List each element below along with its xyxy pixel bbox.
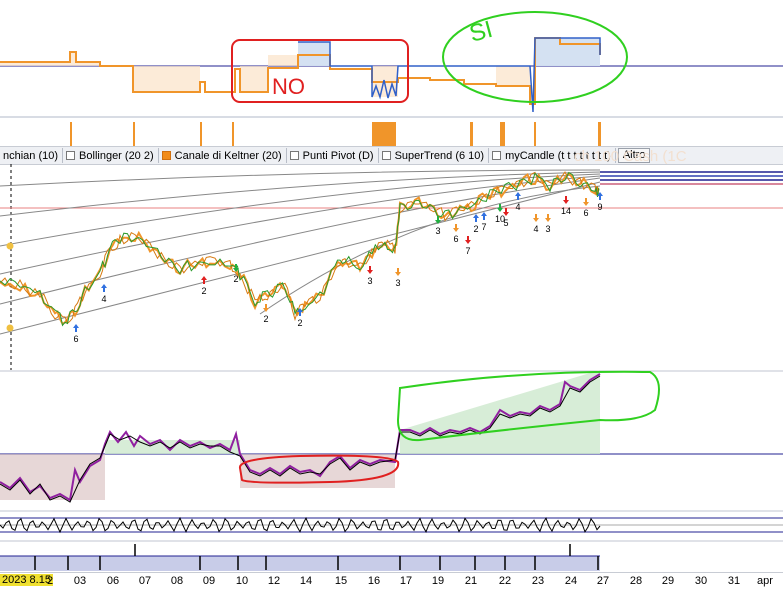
spike-fill — [0, 556, 600, 571]
time-axis-tick: 14 — [299, 575, 313, 587]
time-axis-tick: 09 — [202, 575, 216, 587]
signal-count-label: 9 — [597, 202, 602, 212]
signal-count-label: 2 — [297, 318, 302, 328]
signal-arrow-icon — [367, 266, 373, 274]
wave-indicator-panel[interactable] — [0, 510, 783, 540]
signal-count-label: 3 — [435, 226, 440, 236]
first-date-label: 2023 8.15 — [0, 574, 53, 586]
signal-arrow-icon — [481, 212, 487, 220]
signal-count-label: 6 — [453, 234, 458, 244]
time-axis-tick: 12 — [267, 575, 281, 587]
price-chart-panel[interactable]: 6 4 2 2 2 2 3 3 3 6 7 2 7 10 5 4 4 3 14 6 9 — [0, 164, 783, 370]
toolbar-item-pivot[interactable]: Punti Pivot (D) — [287, 148, 379, 163]
time-axis-tick: apr — [757, 575, 773, 587]
signal-arrow-icon — [545, 214, 551, 222]
time-axis-tick: 07 — [138, 575, 152, 587]
toolbar-item-supertrend[interactable]: SuperTrend (6 10) — [379, 148, 490, 163]
signal-count-label: 6 — [583, 208, 588, 218]
time-axis-tick: 22 — [498, 575, 512, 587]
signal-arrow-icon — [73, 324, 79, 332]
time-axis-tick: 15 — [334, 575, 348, 587]
signal-count-label: 2 — [263, 314, 268, 324]
signal-count-label: 3 — [545, 224, 550, 234]
spike-strip-panel[interactable] — [0, 540, 783, 572]
toolbar-item-donchian[interactable]: nchian (10) — [0, 148, 64, 163]
keltner-line — [0, 171, 600, 326]
signal-count-label: 7 — [481, 222, 486, 232]
time-axis-tick: 08 — [170, 575, 184, 587]
bollinger-checkbox[interactable] — [66, 151, 76, 160]
signal-arrow-icon — [497, 204, 503, 212]
left-marker-bottom — [6, 324, 14, 332]
candle-line — [0, 171, 600, 327]
time-axis: 2023 8.15 2 03 06 07 08 09 10 12 14 15 16 17 19 21 22 2… — [0, 572, 783, 591]
signal-arrow-icon — [563, 196, 569, 204]
signal-arrow-icon — [453, 224, 459, 232]
toolbar-item-keltner[interactable]: Canale di Keltner (20) — [159, 148, 287, 163]
signal-count-label: 3 — [367, 276, 372, 286]
time-axis-tick: 10 — [235, 575, 249, 587]
annotation-no-text: NO — [272, 74, 305, 99]
keltner-checkbox[interactable] — [161, 151, 171, 160]
signal-count-label: 5 — [503, 218, 508, 228]
signal-count-label: 4 — [101, 294, 106, 304]
oscillator-panel[interactable] — [0, 370, 783, 510]
annotation-si-text: SI — [467, 16, 496, 48]
time-axis-tick: 28 — [629, 575, 643, 587]
signal-count-label: 3 — [395, 278, 400, 288]
time-axis-tick: 30 — [694, 575, 708, 587]
time-axis-tick: 17 — [399, 575, 413, 587]
time-axis-tick: 31 — [727, 575, 741, 587]
signal-count-label: 4 — [515, 202, 520, 212]
step-indicator-panel: NO SI — [0, 0, 783, 118]
mycandle-checkbox[interactable] — [492, 151, 502, 160]
signal-count-label: 2 — [473, 224, 478, 234]
time-axis-tick: 19 — [431, 575, 445, 587]
supertrend-checkbox[interactable] — [381, 151, 391, 160]
signal-count-label: 7 — [465, 246, 470, 256]
toolbar-item-bollinger[interactable]: Bollinger (20 2) — [63, 148, 159, 163]
signal-bars-strip — [0, 118, 783, 146]
signal-arrow-icon — [583, 198, 589, 206]
symbol-watermark: ch 100 Cash (1C — [574, 148, 687, 165]
time-axis-tick: 03 — [73, 575, 87, 587]
time-axis-tick: 16 — [367, 575, 381, 587]
signal-count-label: 6 — [73, 334, 78, 344]
time-axis-tick: 23 — [531, 575, 545, 587]
signal-count-label: 14 — [561, 206, 571, 216]
signal-count-label: 4 — [533, 224, 538, 234]
pivot-checkbox[interactable] — [289, 151, 299, 160]
signal-arrow-icon — [473, 214, 479, 222]
time-axis-tick: 21 — [464, 575, 478, 587]
time-axis-tick: 06 — [106, 575, 120, 587]
signal-count-label: 2 — [201, 286, 206, 296]
time-axis-tick: 29 — [661, 575, 675, 587]
signal-count-label: 2 — [233, 274, 238, 284]
time-axis-tick: 24 — [564, 575, 578, 587]
signal-arrow-icon — [101, 284, 107, 292]
time-axis-tick: 27 — [596, 575, 610, 587]
signal-arrow-icon — [533, 214, 539, 222]
time-axis-tick: 2 — [46, 575, 54, 587]
signal-arrow-icon — [395, 268, 401, 276]
keltner-line — [0, 171, 600, 325]
left-marker-top — [6, 242, 14, 250]
signal-arrow-icon — [465, 236, 471, 244]
